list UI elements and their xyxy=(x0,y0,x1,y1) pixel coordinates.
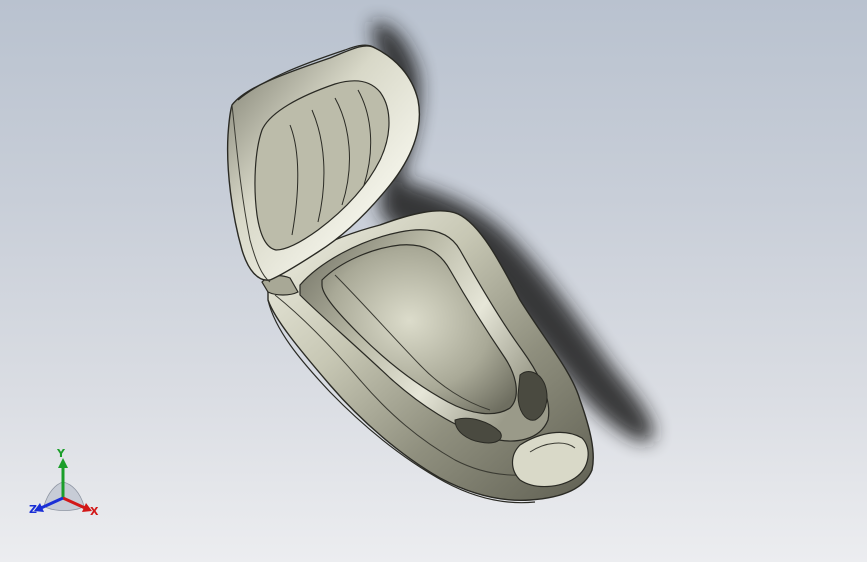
triad-z-label: Z xyxy=(29,503,37,516)
triad-x-label: X xyxy=(90,505,99,518)
3d-model-view[interactable] xyxy=(0,0,867,562)
view-orientation-triad[interactable]: Y Z X xyxy=(22,448,106,524)
triad-y-label: Y xyxy=(57,447,65,460)
graphics-viewport[interactable]: Y Z X xyxy=(0,0,867,562)
